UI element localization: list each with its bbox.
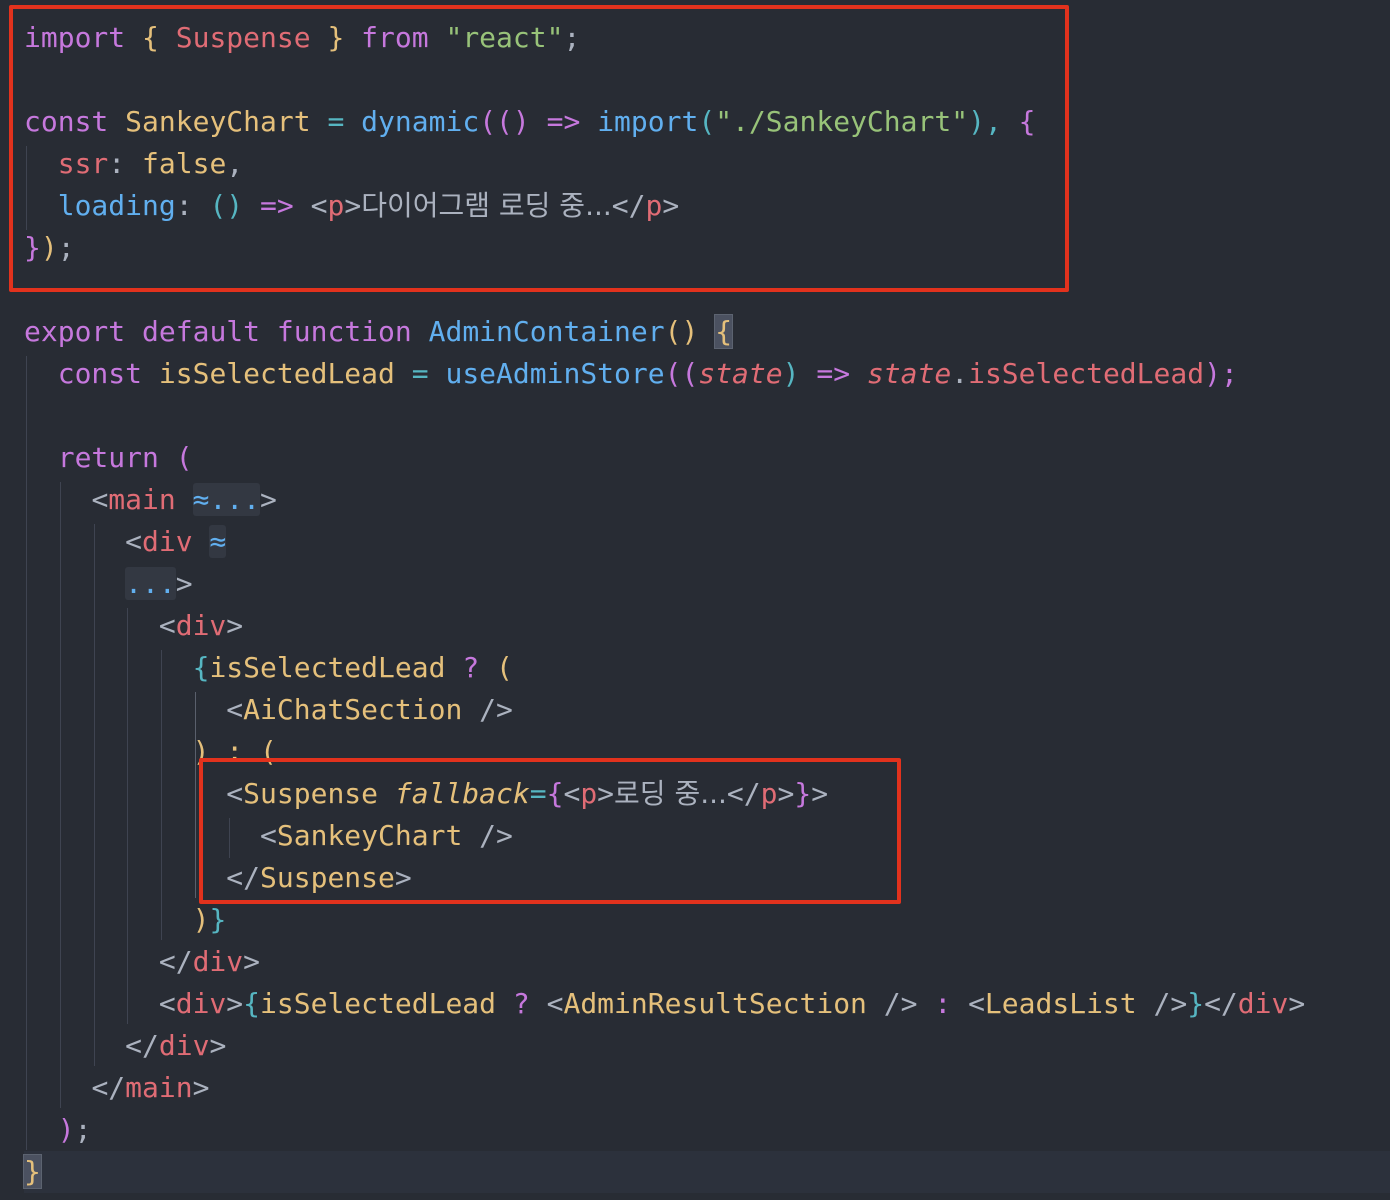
fold-placeholder[interactable]: ... bbox=[125, 567, 176, 600]
code-editor[interactable]: import { Suspense } from "react"; const … bbox=[0, 0, 1390, 1200]
code-line-9: const isSelectedLead = useAdminStore((st… bbox=[24, 353, 1238, 395]
token: div bbox=[175, 987, 227, 1020]
token: isSelectedLead bbox=[968, 357, 1205, 390]
token: } bbox=[1187, 987, 1205, 1020]
code-line-11: return ( bbox=[24, 437, 193, 479]
token: > bbox=[192, 1071, 210, 1104]
token: ; bbox=[74, 1113, 92, 1146]
token: => bbox=[816, 357, 851, 390]
token: . bbox=[951, 357, 969, 390]
code-line-28: } bbox=[23, 1151, 42, 1193]
token: ( bbox=[496, 651, 513, 684]
token: ) bbox=[57, 1113, 75, 1146]
code-line-12: <main ≈...> bbox=[24, 479, 277, 521]
token: ? bbox=[462, 651, 480, 684]
current-line-highlight bbox=[24, 1151, 1390, 1193]
token: /> bbox=[479, 693, 513, 726]
token: LeadsList bbox=[984, 987, 1137, 1020]
token: const bbox=[57, 357, 143, 390]
token: main bbox=[125, 1071, 193, 1104]
code-line-27: ); bbox=[24, 1109, 92, 1151]
code-line-13: <div ≈ bbox=[24, 521, 227, 563]
token: </ bbox=[91, 1071, 126, 1104]
token: isSelectedLead bbox=[209, 651, 446, 684]
code-line-14: ...> bbox=[24, 563, 193, 605]
token: } bbox=[209, 903, 227, 936]
token: > bbox=[226, 609, 244, 642]
token: isSelectedLead bbox=[260, 987, 497, 1020]
token: function bbox=[276, 315, 412, 348]
token: </ bbox=[1204, 987, 1238, 1020]
code-line-22: )} bbox=[24, 899, 227, 941]
token: ) bbox=[782, 357, 800, 390]
token: /> bbox=[1153, 987, 1188, 1020]
token: { bbox=[243, 987, 261, 1020]
token: isSelectedLead bbox=[158, 357, 395, 390]
token: </ bbox=[125, 1029, 159, 1062]
token: < bbox=[91, 483, 109, 516]
annotation-box-dynamic-import bbox=[9, 5, 1069, 292]
token: > bbox=[243, 945, 261, 978]
token: ? bbox=[512, 987, 530, 1020]
matched-bracket: { bbox=[714, 314, 734, 349]
token: > bbox=[260, 483, 277, 516]
token: : bbox=[934, 987, 952, 1020]
token: > bbox=[209, 1029, 227, 1062]
token: /> bbox=[883, 987, 918, 1020]
fold-placeholder[interactable]: ≈... bbox=[192, 483, 261, 516]
code-line-15: <div> bbox=[24, 605, 243, 647]
token: div bbox=[192, 945, 244, 978]
token: ); bbox=[1204, 357, 1238, 390]
token: div bbox=[158, 1029, 210, 1062]
token: = bbox=[411, 357, 429, 390]
token: < bbox=[546, 987, 564, 1020]
fold-placeholder[interactable]: ≈ bbox=[209, 525, 227, 558]
token: export bbox=[24, 315, 126, 348]
token: state bbox=[698, 357, 783, 390]
token: < bbox=[158, 987, 176, 1020]
code-line-24: <div>{isSelectedLead ? <AdminResultSecti… bbox=[24, 983, 1305, 1025]
token: state bbox=[866, 357, 952, 390]
token: div bbox=[175, 609, 227, 642]
code-line-25: </div> bbox=[24, 1025, 226, 1067]
token: ) bbox=[192, 903, 210, 936]
token: < bbox=[158, 609, 176, 642]
token: main bbox=[108, 483, 176, 516]
token: AiChatSection bbox=[243, 693, 463, 726]
token: AdminResultSection bbox=[563, 987, 867, 1020]
token: default bbox=[142, 315, 261, 348]
token: </ bbox=[158, 945, 193, 978]
token: < bbox=[968, 987, 985, 1020]
token: > bbox=[1288, 987, 1306, 1020]
token: ( bbox=[175, 441, 193, 474]
matched-bracket: } bbox=[23, 1154, 42, 1189]
code-line-8: export default function AdminContainer()… bbox=[24, 311, 734, 353]
annotation-box-suspense bbox=[199, 758, 901, 904]
token: useAdminStore bbox=[445, 357, 665, 390]
token: > bbox=[226, 987, 244, 1020]
token: < bbox=[226, 693, 244, 726]
token: > bbox=[175, 567, 193, 600]
code-line-17: <AiChatSection /> bbox=[24, 689, 513, 731]
token: AdminContainer bbox=[428, 315, 665, 348]
code-line-26: </main> bbox=[24, 1067, 209, 1109]
token: (( bbox=[664, 357, 699, 390]
token: div bbox=[142, 525, 193, 558]
token: < bbox=[125, 525, 143, 558]
token: () bbox=[664, 315, 699, 348]
token: { bbox=[192, 651, 210, 684]
token: div bbox=[1237, 987, 1289, 1020]
token: return bbox=[57, 441, 159, 474]
code-line-16: {isSelectedLead ? ( bbox=[24, 647, 513, 689]
code-line-23: </div> bbox=[24, 941, 260, 983]
